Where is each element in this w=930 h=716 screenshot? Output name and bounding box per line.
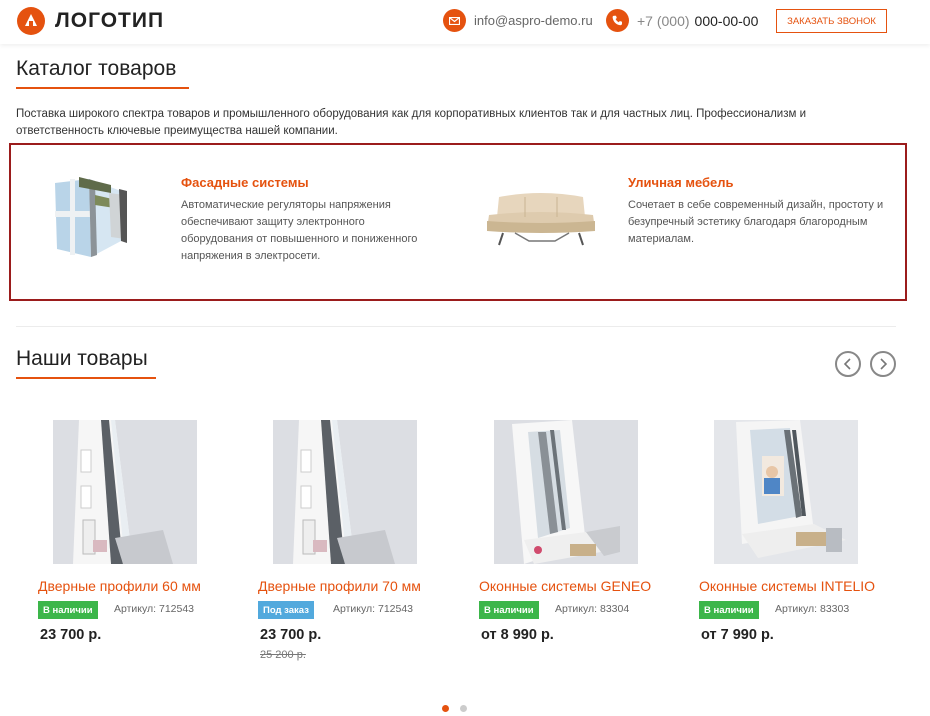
product-price: от 8 990 р. — [481, 627, 554, 643]
site-header: ЛОГОТИП info@aspro-demo.ru +7 (000) 000-… — [0, 0, 930, 44]
product-image[interactable] — [273, 420, 417, 564]
carousel-prev-button[interactable] — [835, 351, 861, 377]
product-sku: Артикул: 712543 — [114, 603, 195, 615]
carousel-next-button[interactable] — [870, 351, 896, 377]
featured-description-facade: Автоматические регуляторы напряжения обе… — [181, 199, 418, 262]
pagination-dot-active[interactable] — [442, 705, 449, 712]
sofa-image[interactable] — [485, 191, 597, 247]
featured-categories: Фасадные системы Автоматические регулято… — [9, 143, 907, 301]
status-badge: В наличии — [38, 601, 98, 619]
envelope-icon — [443, 9, 466, 32]
phone-icon — [606, 9, 629, 32]
callback-button[interactable]: Заказать звонок — [776, 9, 887, 33]
phone-code: +7 (000) — [637, 12, 690, 29]
product-price: от 7 990 р. — [701, 627, 774, 643]
status-badge: В наличии — [479, 601, 539, 619]
title-underline — [16, 377, 156, 379]
product-sku: Артикул: 83303 — [775, 603, 850, 615]
product-image[interactable] — [714, 420, 858, 564]
featured-description-furniture: Сочетает в себе современный дизайн, прос… — [628, 199, 884, 245]
pagination-dot[interactable] — [460, 705, 467, 712]
product-name[interactable]: Дверные профили 60 мм — [38, 578, 201, 594]
chevron-left-icon — [843, 358, 851, 370]
phone-contact[interactable]: +7 (000) 000-00-00 — [606, 9, 758, 32]
featured-title-facade[interactable]: Фасадные системы — [181, 175, 309, 190]
product-old-price: 25 200 р. — [260, 649, 306, 661]
product-card[interactable]: Оконные системы INTELIO В наличии Артику… — [699, 420, 899, 670]
product-sku: Артикул: 83304 — [555, 603, 630, 615]
status-badge: Под заказ — [258, 601, 314, 619]
product-card[interactable]: Дверные профили 70 мм Под заказ Артикул:… — [258, 420, 458, 670]
featured-title-furniture[interactable]: Уличная мебель — [628, 175, 734, 190]
product-sku: Артикул: 712543 — [333, 603, 414, 615]
product-image[interactable] — [494, 420, 638, 564]
catalog-description: Поставка широкого спектра товаров и пром… — [16, 108, 807, 137]
carousel-pagination — [442, 705, 467, 712]
goods-title: Наши товары — [16, 347, 148, 370]
facade-system-image[interactable] — [51, 175, 133, 259]
product-image[interactable] — [53, 420, 197, 564]
chevron-right-icon — [880, 358, 888, 370]
product-name[interactable]: Оконные системы GENEO — [479, 578, 651, 594]
catalog-title: Каталог товаров — [16, 57, 177, 80]
section-divider — [16, 326, 896, 327]
product-name[interactable]: Оконные системы INTELIO — [699, 578, 875, 594]
title-underline — [16, 87, 189, 89]
phone-number[interactable]: 000-00-00 — [695, 13, 759, 29]
logo[interactable]: ЛОГОТИП — [17, 7, 164, 35]
product-price: 23 700 р. — [260, 627, 322, 643]
status-badge: В наличии — [699, 601, 759, 619]
product-price: 23 700 р. — [40, 627, 102, 643]
logo-icon — [17, 7, 45, 35]
product-name[interactable]: Дверные профили 70 мм — [258, 578, 421, 594]
email-contact[interactable]: info@aspro-demo.ru — [443, 9, 593, 32]
product-card[interactable]: Оконные системы GENEO В наличии Артикул:… — [479, 420, 679, 670]
email-link[interactable]: info@aspro-demo.ru — [474, 13, 593, 28]
product-card[interactable]: Дверные профили 60 мм В наличии Артикул:… — [38, 420, 238, 670]
logo-text: ЛОГОТИП — [55, 9, 165, 32]
